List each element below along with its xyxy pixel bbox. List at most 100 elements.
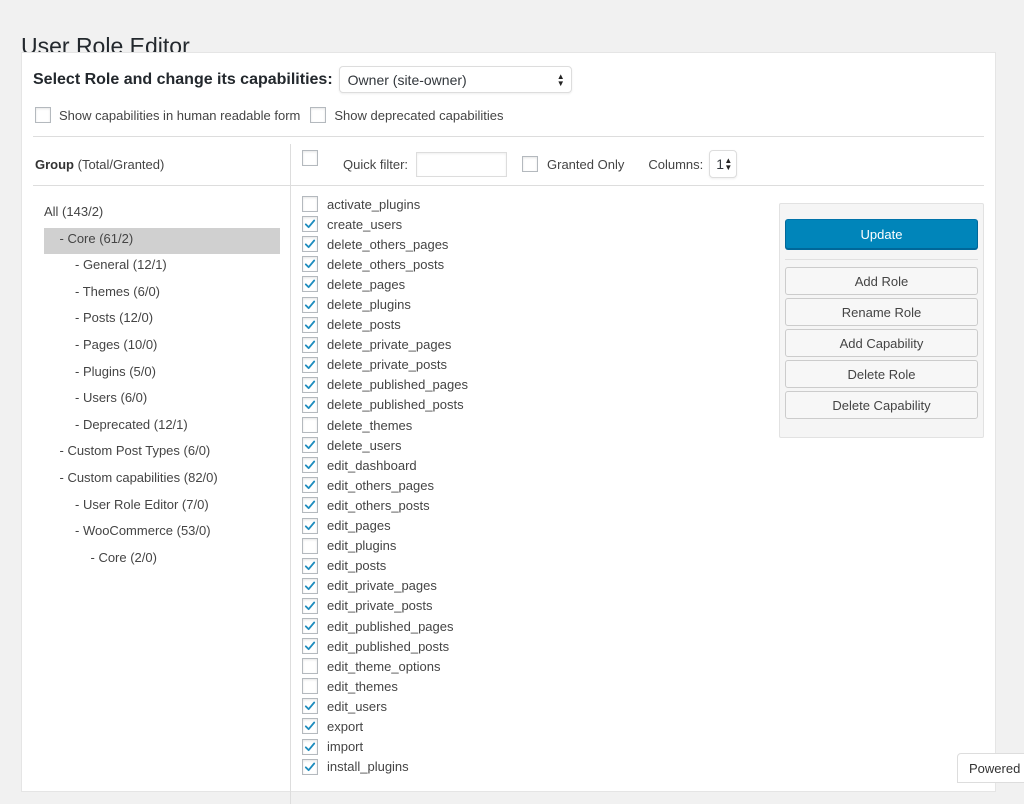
capability-item[interactable]: create_users xyxy=(302,214,468,234)
granted-only-checkbox[interactable] xyxy=(522,156,539,172)
select-all-checkbox[interactable] xyxy=(302,150,318,166)
capability-item[interactable]: import xyxy=(302,737,468,757)
group-tree-item[interactable]: - Plugins (5/0) xyxy=(44,361,280,388)
group-tree-item[interactable]: - User Role Editor (7/0) xyxy=(44,494,280,521)
delete-role-button[interactable]: Delete Role xyxy=(785,360,978,388)
capability-item[interactable]: delete_posts xyxy=(302,315,468,335)
group-tree-item-label: All (143/2) xyxy=(44,204,104,219)
capability-checkbox[interactable] xyxy=(302,336,318,353)
capability-item[interactable]: delete_published_posts xyxy=(302,395,468,415)
capability-item[interactable]: delete_others_pages xyxy=(302,234,468,254)
capability-item[interactable]: delete_published_pages xyxy=(302,375,468,395)
group-tree-item[interactable]: - Core (61/2) xyxy=(44,227,280,255)
capability-checkbox[interactable] xyxy=(302,597,318,614)
capability-checkbox[interactable] xyxy=(302,376,318,393)
capability-name: delete_users xyxy=(327,437,402,453)
capability-checkbox[interactable] xyxy=(302,718,318,735)
rename-role-button[interactable]: Rename Role xyxy=(785,298,978,326)
deprecated-option[interactable]: Show deprecated capabilities xyxy=(310,107,503,123)
quick-filter-input[interactable] xyxy=(416,151,508,177)
deprecated-checkbox[interactable] xyxy=(310,107,327,123)
capability-checkbox[interactable] xyxy=(302,316,318,333)
delete-capability-button[interactable]: Delete Capability xyxy=(785,391,978,419)
capability-checkbox[interactable] xyxy=(302,638,318,655)
capability-checkbox[interactable] xyxy=(302,236,318,253)
capability-item[interactable]: delete_users xyxy=(302,435,468,455)
capability-item[interactable]: edit_others_pages xyxy=(302,475,468,495)
capability-item[interactable]: delete_private_posts xyxy=(302,355,468,375)
capability-item[interactable]: edit_private_posts xyxy=(302,596,468,616)
capability-checkbox[interactable] xyxy=(302,678,318,695)
group-tree-item-label: - Custom capabilities (82/0) xyxy=(59,469,218,485)
capability-checkbox[interactable] xyxy=(302,738,318,755)
capability-checkbox[interactable] xyxy=(302,396,318,413)
group-tree-item[interactable]: - Posts (12/0) xyxy=(44,307,280,334)
role-select[interactable]: Owner (site-owner) ▲ ▼ xyxy=(338,66,572,93)
capability-item[interactable]: delete_pages xyxy=(302,274,468,294)
capability-checkbox[interactable] xyxy=(302,216,318,233)
capability-checkbox[interactable] xyxy=(302,557,318,574)
capability-item[interactable]: edit_users xyxy=(302,696,468,716)
capability-checkbox[interactable] xyxy=(302,276,318,293)
group-tree-item[interactable]: - Themes (6/0) xyxy=(44,281,280,308)
human-readable-option[interactable]: Show capabilities in human readable form xyxy=(35,107,300,123)
group-tree-item[interactable]: All (143/2) xyxy=(44,201,280,228)
group-tree-item[interactable]: - General (12/1) xyxy=(44,254,280,281)
capability-item[interactable]: edit_pages xyxy=(302,516,468,536)
capability-checkbox[interactable] xyxy=(302,537,318,554)
capability-checkbox[interactable] xyxy=(302,517,318,534)
capability-name: delete_plugins xyxy=(327,297,411,313)
capability-checkbox[interactable] xyxy=(302,497,318,514)
quick-filter-label: Quick filter: xyxy=(343,156,409,172)
add-capability-button[interactable]: Add Capability xyxy=(785,329,978,357)
capability-item[interactable]: activate_plugins xyxy=(302,194,468,214)
group-tree-item[interactable]: - Custom capabilities (82/0) xyxy=(44,467,280,494)
capability-item[interactable]: delete_private_pages xyxy=(302,335,468,355)
capability-checkbox[interactable] xyxy=(302,356,318,373)
group-tree-item[interactable]: - WooCommerce (53/0) xyxy=(44,520,280,547)
capability-item[interactable]: edit_themes xyxy=(302,676,468,696)
select-arrows-icon: ▲ ▼ xyxy=(724,156,733,172)
powered-by-badge[interactable]: Powered xyxy=(957,753,1024,783)
capability-item[interactable]: edit_dashboard xyxy=(302,455,468,475)
capability-item[interactable]: edit_published_posts xyxy=(302,636,468,656)
checkmark-icon xyxy=(304,219,316,229)
group-tree-item[interactable]: - Users (6/0) xyxy=(44,387,280,414)
group-tree-item[interactable]: - Deprecated (12/1) xyxy=(44,414,280,441)
group-tree-item[interactable]: - Custom Post Types (6/0) xyxy=(44,440,280,467)
human-readable-checkbox[interactable] xyxy=(35,107,51,123)
group-tree-item[interactable]: - Pages (10/0) xyxy=(44,334,280,361)
capability-name: delete_published_posts xyxy=(327,397,464,413)
capability-checkbox[interactable] xyxy=(302,758,318,775)
capability-item[interactable]: edit_others_posts xyxy=(302,495,468,515)
add-role-button[interactable]: Add Role xyxy=(785,267,978,295)
capability-item[interactable]: delete_plugins xyxy=(302,294,468,314)
capability-item[interactable]: delete_others_posts xyxy=(302,254,468,274)
capability-checkbox[interactable] xyxy=(302,417,318,434)
checkmark-icon xyxy=(304,722,316,731)
capability-item[interactable]: edit_private_pages xyxy=(302,576,468,596)
capability-checkbox[interactable] xyxy=(302,577,318,594)
capability-name: export xyxy=(327,718,364,734)
checkmark-icon xyxy=(304,480,316,490)
capability-name: edit_users xyxy=(327,698,387,714)
capability-item[interactable]: edit_theme_options xyxy=(302,656,468,676)
capability-checkbox[interactable] xyxy=(302,457,318,474)
capability-item[interactable]: export xyxy=(302,716,468,736)
capability-item[interactable]: edit_published_pages xyxy=(302,616,468,636)
capability-checkbox[interactable] xyxy=(302,477,318,494)
capability-item[interactable]: edit_plugins xyxy=(302,536,468,556)
capability-checkbox[interactable] xyxy=(302,658,318,675)
group-tree-item[interactable]: - Core (2/0) xyxy=(44,547,280,574)
capability-name: delete_published_pages xyxy=(327,377,468,393)
capability-checkbox[interactable] xyxy=(302,618,318,635)
capability-checkbox[interactable] xyxy=(302,437,318,454)
columns-select[interactable]: 1 ▲ ▼ xyxy=(709,150,738,178)
update-button[interactable]: Update xyxy=(785,219,978,249)
capability-item[interactable]: edit_posts xyxy=(302,556,468,576)
capability-checkbox[interactable] xyxy=(302,296,318,313)
capability-checkbox[interactable] xyxy=(302,256,318,273)
capability-checkbox[interactable] xyxy=(302,196,318,213)
capability-checkbox[interactable] xyxy=(302,698,318,715)
capability-item[interactable]: delete_themes xyxy=(302,415,468,435)
